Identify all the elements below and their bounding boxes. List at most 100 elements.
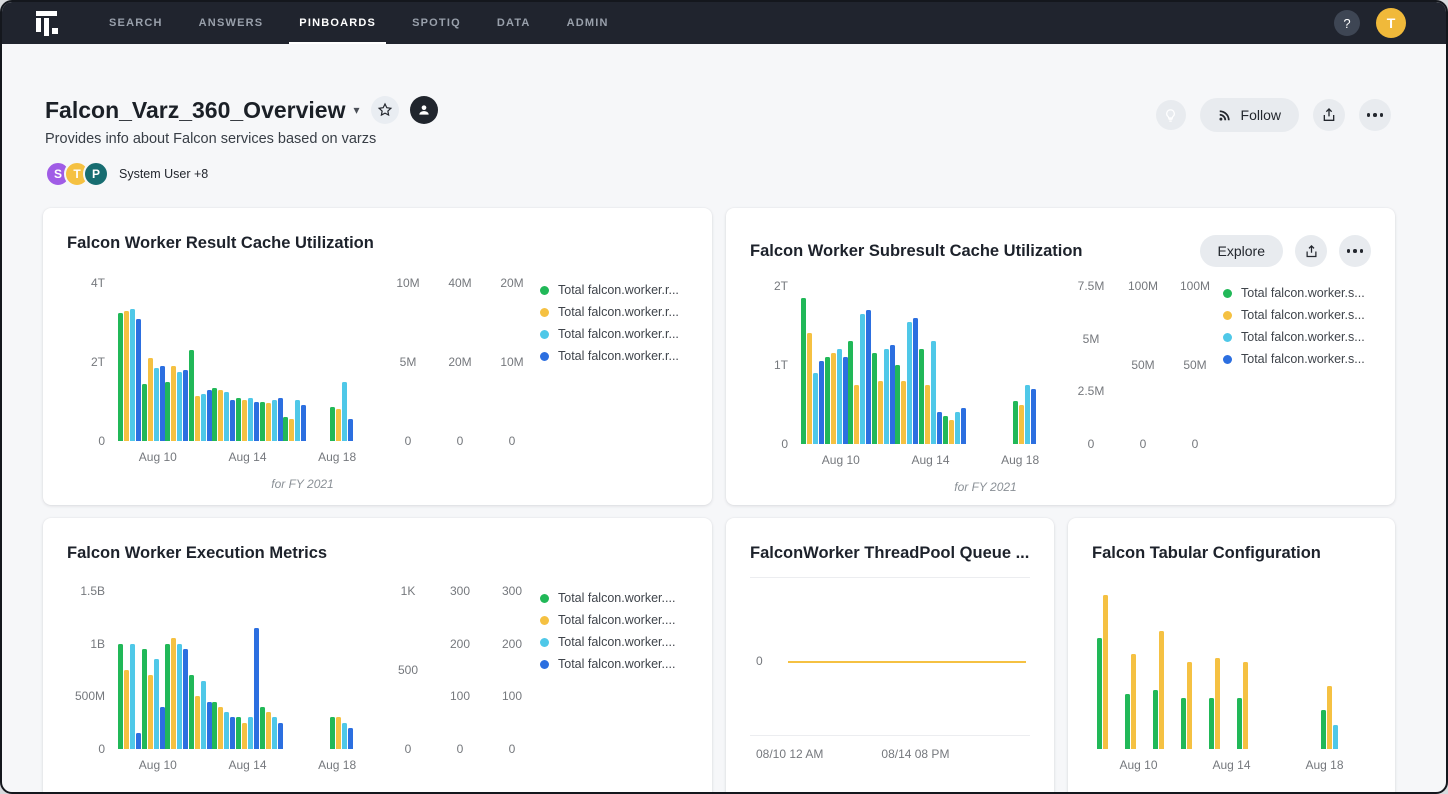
bar[interactable] [177, 644, 182, 749]
author-permission-button[interactable] [410, 96, 438, 124]
bar[interactable] [230, 400, 235, 441]
explore-button[interactable]: Explore [1200, 235, 1283, 267]
bar[interactable] [242, 723, 247, 749]
bar[interactable] [807, 333, 812, 444]
bar[interactable] [1103, 595, 1108, 749]
bar[interactable] [949, 420, 954, 444]
bar[interactable] [242, 400, 247, 441]
bar[interactable] [295, 400, 300, 441]
bar[interactable] [330, 407, 335, 441]
bar[interactable] [248, 398, 253, 441]
bar[interactable] [207, 702, 212, 749]
bar[interactable] [212, 702, 217, 749]
bar[interactable] [813, 373, 818, 444]
bar[interactable] [183, 370, 188, 441]
legend-item[interactable]: Total falcon.worker.s... [1223, 352, 1371, 366]
legend-item[interactable]: Total falcon.worker.r... [540, 349, 688, 363]
bar[interactable] [1097, 638, 1102, 749]
bar[interactable] [831, 353, 836, 444]
bar[interactable] [254, 628, 259, 749]
legend-item[interactable]: Total falcon.worker.... [540, 635, 688, 649]
bar[interactable] [1209, 698, 1214, 749]
bar[interactable] [148, 358, 153, 441]
bar[interactable] [860, 314, 865, 444]
bar[interactable] [878, 381, 883, 444]
bar[interactable] [1025, 385, 1030, 444]
bar[interactable] [1215, 658, 1220, 749]
bar[interactable] [201, 394, 206, 441]
legend-item[interactable]: Total falcon.worker.r... [540, 327, 688, 341]
bar[interactable] [189, 675, 194, 749]
help-button[interactable]: ? [1334, 10, 1360, 36]
bar[interactable] [136, 733, 141, 749]
bar[interactable] [124, 311, 129, 441]
pinboard-title-dropdown[interactable]: Falcon_Varz_360_Overview ▾ [45, 97, 360, 124]
bar[interactable] [254, 402, 259, 442]
bar[interactable] [825, 357, 830, 444]
bar[interactable] [342, 382, 347, 441]
thoughtspot-logo[interactable] [36, 2, 63, 44]
bar[interactable] [1333, 725, 1338, 749]
bar[interactable] [931, 341, 936, 444]
bar[interactable] [266, 403, 271, 441]
bar[interactable] [854, 385, 859, 444]
bar[interactable] [890, 345, 895, 444]
nav-search[interactable]: SEARCH [91, 2, 181, 44]
bar[interactable] [1243, 662, 1248, 749]
bar[interactable] [154, 368, 159, 441]
nav-spotiq[interactable]: SPOTIQ [394, 2, 479, 44]
bar[interactable] [801, 298, 806, 444]
card-more-options-button[interactable] [1339, 235, 1371, 267]
follow-button[interactable]: Follow [1200, 98, 1299, 132]
bar[interactable] [195, 396, 200, 441]
bar[interactable] [901, 381, 906, 444]
nav-pinboards[interactable]: PINBOARDS [281, 2, 394, 44]
legend-item[interactable]: Total falcon.worker.s... [1223, 308, 1371, 322]
bar[interactable] [171, 366, 176, 441]
legend-item[interactable]: Total falcon.worker.... [540, 591, 688, 605]
bar[interactable] [177, 372, 182, 441]
bar[interactable] [165, 382, 170, 441]
bar[interactable] [1327, 686, 1332, 749]
bar[interactable] [1237, 698, 1242, 749]
bar[interactable] [961, 408, 966, 444]
bar[interactable] [919, 349, 924, 444]
bar[interactable] [1153, 690, 1158, 749]
legend-item[interactable]: Total falcon.worker.s... [1223, 330, 1371, 344]
bar[interactable] [272, 400, 277, 441]
bar[interactable] [1125, 694, 1130, 749]
bar[interactable] [230, 717, 235, 749]
bar[interactable] [218, 707, 223, 749]
bar[interactable] [207, 390, 212, 441]
bar[interactable] [160, 707, 165, 749]
bar[interactable] [136, 319, 141, 441]
bar[interactable] [278, 398, 283, 441]
bar[interactable] [866, 310, 871, 444]
bar[interactable] [884, 349, 889, 444]
bar[interactable] [1181, 698, 1186, 749]
bar[interactable] [1013, 401, 1018, 444]
bar[interactable] [142, 384, 147, 441]
legend-item[interactable]: Total falcon.worker.r... [540, 305, 688, 319]
bar[interactable] [201, 681, 206, 749]
bar[interactable] [819, 361, 824, 444]
bar[interactable] [336, 409, 341, 441]
bar[interactable] [348, 728, 353, 749]
bar[interactable] [189, 350, 194, 441]
bar[interactable] [336, 717, 341, 749]
bar[interactable] [1321, 710, 1326, 750]
bar[interactable] [224, 392, 229, 441]
bar[interactable] [165, 644, 170, 749]
card-share-button[interactable] [1295, 235, 1327, 267]
bar[interactable] [266, 712, 271, 749]
bar[interactable] [160, 366, 165, 441]
bar[interactable] [148, 675, 153, 749]
bar[interactable] [248, 717, 253, 749]
bar[interactable] [925, 385, 930, 444]
bar[interactable] [342, 723, 347, 749]
bar[interactable] [1031, 389, 1036, 444]
bar[interactable] [895, 365, 900, 444]
bar[interactable] [301, 405, 306, 441]
user-avatar[interactable]: T [1376, 8, 1406, 38]
bar[interactable] [118, 313, 123, 441]
